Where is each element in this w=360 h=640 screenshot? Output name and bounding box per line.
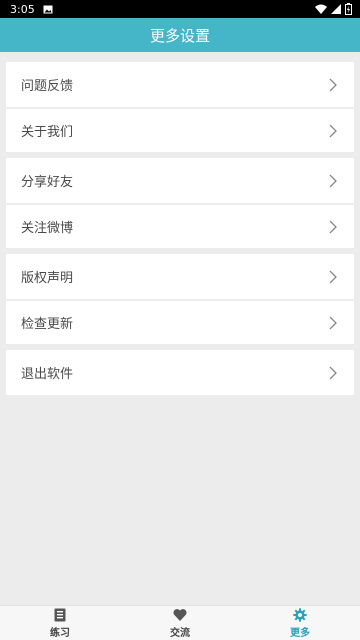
app-header: 更多设置: [0, 18, 360, 52]
battery-icon: [345, 3, 352, 15]
menu-item-label: 版权声明: [21, 271, 74, 286]
gear-icon: [293, 607, 307, 622]
chevron-right-icon: [329, 78, 337, 91]
page-title: 更多设置: [149, 26, 210, 45]
chevron-right-icon: [329, 366, 337, 379]
menu-item-share-friends[interactable]: 分享好友: [6, 158, 354, 203]
settings-group: 问题反馈 关于我们: [6, 62, 354, 152]
book-icon: [54, 608, 66, 621]
tab-label: 更多: [290, 627, 310, 639]
settings-group: 退出软件: [6, 350, 354, 395]
tab-label: 练习: [50, 627, 70, 639]
tab-label: 交流: [170, 627, 190, 639]
menu-item-label: 检查更新: [21, 317, 74, 332]
heart-icon: [173, 608, 187, 621]
settings-group: 分享好友 关注微博: [6, 158, 354, 248]
chevron-right-icon: [329, 270, 337, 283]
menu-item-feedback[interactable]: 问题反馈: [6, 62, 354, 107]
menu-item-label: 分享好友: [21, 175, 74, 190]
menu-item-label: 关注微博: [21, 221, 74, 236]
menu-item-about-us[interactable]: 关于我们: [6, 107, 354, 152]
tab-practice[interactable]: 练习: [0, 606, 120, 640]
menu-item-label: 退出软件: [21, 367, 74, 382]
menu-item-exit-app[interactable]: 退出软件: [6, 350, 354, 395]
status-bar: 3:05: [0, 0, 360, 18]
signal-icon: [331, 4, 341, 14]
menu-item-check-update[interactable]: 检查更新: [6, 299, 354, 344]
wifi-icon: [315, 4, 327, 14]
tab-more[interactable]: 更多: [240, 606, 360, 640]
menu-item-label: 问题反馈: [21, 79, 74, 94]
bottom-tab-bar: 练习 交流 更多: [0, 605, 360, 640]
menu-item-label: 关于我们: [21, 125, 74, 140]
settings-list: 问题反馈 关于我们 分享好友 关注微博 版权声明 检查更新 退出软件: [6, 62, 354, 401]
menu-item-copyright[interactable]: 版权声明: [6, 254, 354, 299]
chevron-right-icon: [329, 174, 337, 187]
chevron-right-icon: [329, 316, 337, 329]
chevron-right-icon: [329, 220, 337, 233]
image-notification-icon: [43, 5, 53, 13]
chevron-right-icon: [329, 124, 337, 137]
tab-communicate[interactable]: 交流: [120, 606, 240, 640]
menu-item-follow-weibo[interactable]: 关注微博: [6, 203, 354, 248]
status-time: 3:05: [10, 2, 35, 16]
settings-group: 版权声明 检查更新: [6, 254, 354, 344]
